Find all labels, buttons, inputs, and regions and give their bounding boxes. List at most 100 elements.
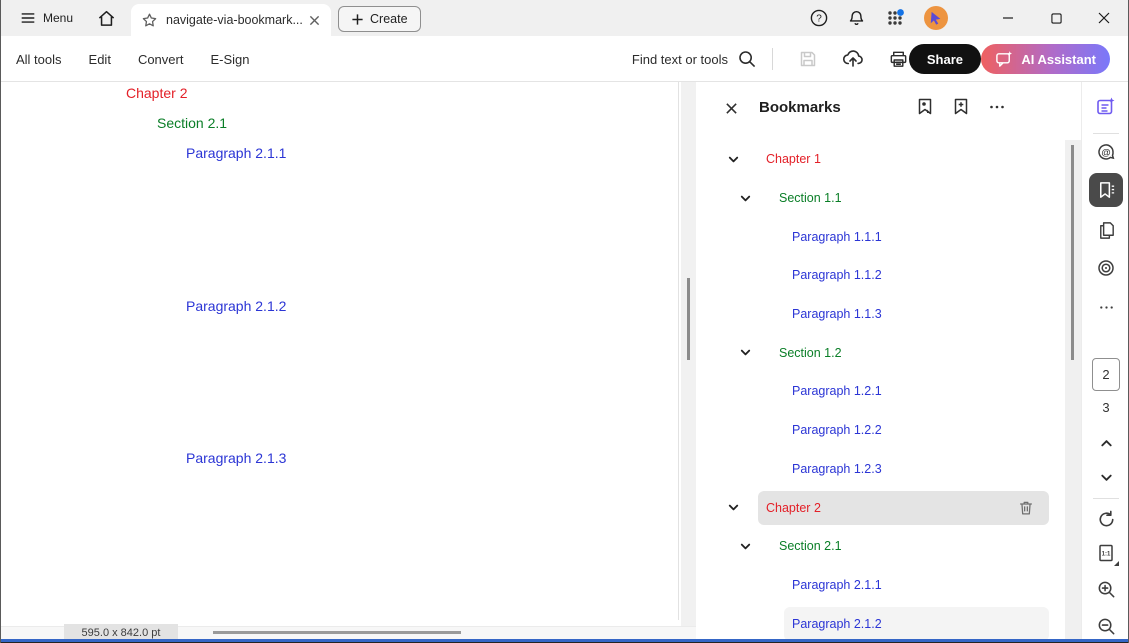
bookmarks-panel-header: Bookmarks bbox=[696, 82, 1081, 134]
page-thumbnails-tool-button[interactable] bbox=[1089, 213, 1123, 247]
add-bookmark-button[interactable] bbox=[950, 96, 972, 118]
create-label: Create bbox=[370, 12, 408, 26]
svg-text:?: ? bbox=[816, 13, 822, 24]
chevron-down-icon[interactable] bbox=[737, 538, 753, 554]
bookmarks-tool-button[interactable] bbox=[1089, 173, 1123, 207]
horizontal-scrollbar-thumb[interactable] bbox=[213, 631, 461, 634]
create-button[interactable]: Create bbox=[338, 6, 421, 32]
menu-all-tools[interactable]: All tools bbox=[16, 52, 62, 67]
ai-assistant-button[interactable]: AI Assistant bbox=[981, 44, 1110, 74]
home-button[interactable] bbox=[83, 0, 130, 36]
zoom-in-button[interactable] bbox=[1089, 572, 1123, 606]
bookmark-item-section-2-1[interactable]: Section 2.1 bbox=[696, 527, 1081, 566]
bookmark-item-paragraph-1-1-1[interactable]: Paragraph 1.1.1 bbox=[696, 217, 1081, 256]
maximize-icon bbox=[1051, 13, 1062, 24]
menu-button[interactable]: Menu bbox=[1, 0, 83, 36]
notifications-button[interactable] bbox=[847, 9, 866, 28]
svg-text:1:1: 1:1 bbox=[1102, 552, 1111, 558]
bookmark-item-paragraph-1-1-3[interactable]: Paragraph 1.1.3 bbox=[696, 295, 1081, 334]
ai-document-icon bbox=[1095, 96, 1117, 118]
bookmark-item-paragraph-1-2-2[interactable]: Paragraph 1.2.2 bbox=[696, 411, 1081, 450]
apps-grid-icon bbox=[884, 7, 906, 29]
pdf-page[interactable]: Chapter 2 Section 2.1 Paragraph 2.1.1 Pa… bbox=[61, 82, 679, 620]
bookmark-item-paragraph-1-2-3[interactable]: Paragraph 1.2.3 bbox=[696, 450, 1081, 489]
ai-chat-icon bbox=[995, 50, 1014, 69]
bookmark-locate-icon bbox=[915, 97, 935, 117]
close-icon bbox=[725, 102, 738, 115]
doc-heading-section-2-1: Section 2.1 bbox=[157, 115, 227, 131]
menu-edit[interactable]: Edit bbox=[89, 52, 111, 67]
actual-size-button[interactable]: 1:1 bbox=[1089, 536, 1123, 570]
star-icon bbox=[141, 12, 158, 29]
printer-icon bbox=[888, 49, 909, 70]
doc-paragraph-2-1-2: Paragraph 2.1.2 bbox=[186, 298, 286, 314]
vertical-scrollbar-thumb[interactable] bbox=[687, 278, 690, 360]
menu-esign[interactable]: E-Sign bbox=[210, 52, 249, 67]
chevron-down-icon[interactable] bbox=[737, 190, 753, 206]
chevron-down-icon[interactable] bbox=[725, 500, 741, 516]
find-text-button[interactable]: Find text or tools bbox=[632, 36, 757, 82]
right-tools-rail: @ 2 3 1:1 bbox=[1081, 82, 1129, 643]
tab-close-button[interactable] bbox=[305, 11, 323, 29]
close-icon bbox=[1098, 12, 1110, 24]
pages-copy-icon bbox=[1096, 220, 1117, 241]
print-button[interactable] bbox=[888, 49, 909, 70]
trash-icon[interactable] bbox=[1017, 499, 1035, 517]
bookmarks-scrollbar-thumb[interactable] bbox=[1071, 145, 1074, 360]
svg-text:@: @ bbox=[1101, 148, 1110, 159]
save-button[interactable] bbox=[798, 49, 818, 69]
target-icon bbox=[1095, 257, 1117, 279]
share-label: Share bbox=[927, 52, 963, 67]
zoom-out-button[interactable] bbox=[1089, 609, 1123, 643]
more-panels-button[interactable] bbox=[1089, 290, 1123, 324]
destinations-tool-button[interactable] bbox=[1089, 251, 1123, 285]
bookmark-item-paragraph-1-2-1[interactable]: Paragraph 1.2.1 bbox=[696, 372, 1081, 411]
close-panel-button[interactable] bbox=[722, 99, 740, 117]
save-icon bbox=[798, 49, 818, 69]
maximize-button[interactable] bbox=[1032, 0, 1080, 36]
chevron-down-icon[interactable] bbox=[737, 345, 753, 361]
bookmark-item-paragraph-1-1-2[interactable]: Paragraph 1.1.2 bbox=[696, 256, 1081, 295]
next-page-button[interactable] bbox=[1089, 464, 1123, 490]
plus-icon bbox=[351, 13, 364, 26]
bookmark-item-section-1-2[interactable]: Section 1.2 bbox=[696, 333, 1081, 372]
share-button[interactable]: Share bbox=[909, 44, 981, 74]
panel-title: Bookmarks bbox=[759, 99, 841, 116]
upload-cloud-button[interactable] bbox=[842, 48, 864, 70]
close-window-button[interactable] bbox=[1080, 0, 1128, 36]
find-label: Find text or tools bbox=[632, 52, 728, 67]
bookmark-options-button[interactable] bbox=[986, 96, 1008, 118]
document-tab[interactable]: navigate-via-bookmark... bbox=[131, 4, 331, 36]
home-icon bbox=[97, 9, 116, 28]
rotate-page-button[interactable] bbox=[1089, 502, 1123, 536]
help-button[interactable]: ? bbox=[809, 8, 829, 28]
chevron-down-icon[interactable] bbox=[725, 151, 741, 167]
previous-page-button[interactable] bbox=[1089, 430, 1123, 456]
menu-convert[interactable]: Convert bbox=[138, 52, 184, 67]
chevron-down-icon bbox=[1099, 470, 1114, 485]
actual-size-icon: 1:1 bbox=[1096, 543, 1116, 563]
comments-tool-button[interactable]: @ bbox=[1089, 135, 1123, 169]
main-toolbar: All tools Edit Convert E-Sign Find text … bbox=[1, 36, 1128, 82]
current-page-indicator[interactable]: 2 bbox=[1092, 358, 1120, 391]
bookmarks-scrollbar[interactable] bbox=[1065, 140, 1081, 643]
bookmark-item-paragraph-2-1-1[interactable]: Paragraph 2.1.1 bbox=[696, 566, 1081, 605]
minimize-icon bbox=[1002, 12, 1014, 24]
minimize-button[interactable] bbox=[984, 0, 1032, 36]
search-icon bbox=[737, 49, 757, 69]
document-vertical-scrollbar[interactable] bbox=[681, 82, 696, 627]
document-area: Chapter 2 Section 2.1 Paragraph 2.1.1 Pa… bbox=[1, 82, 696, 643]
bookmark-item-paragraph-2-1-2[interactable]: Paragraph 2.1.2 bbox=[696, 604, 1081, 643]
bookmark-item-chapter-2[interactable]: Chapter 2 bbox=[696, 488, 1081, 527]
bookmarks-tree: Chapter 1 Section 1.1 Paragraph 1.1.1 Pa… bbox=[696, 140, 1081, 643]
comment-at-icon: @ bbox=[1095, 141, 1117, 163]
bookmark-item-section-1-1[interactable]: Section 1.1 bbox=[696, 179, 1081, 218]
ai-summary-tool-button[interactable] bbox=[1089, 90, 1123, 124]
bookmark-item-chapter-1[interactable]: Chapter 1 bbox=[696, 140, 1081, 179]
next-page-number[interactable]: 3 bbox=[1082, 400, 1129, 415]
bookmark-add-icon bbox=[951, 97, 971, 117]
expand-current-bookmark-button[interactable] bbox=[914, 96, 936, 118]
profile-avatar[interactable] bbox=[924, 6, 948, 30]
app-launcher-button[interactable] bbox=[884, 7, 906, 29]
doc-paragraph-2-1-1: Paragraph 2.1.1 bbox=[186, 145, 286, 161]
